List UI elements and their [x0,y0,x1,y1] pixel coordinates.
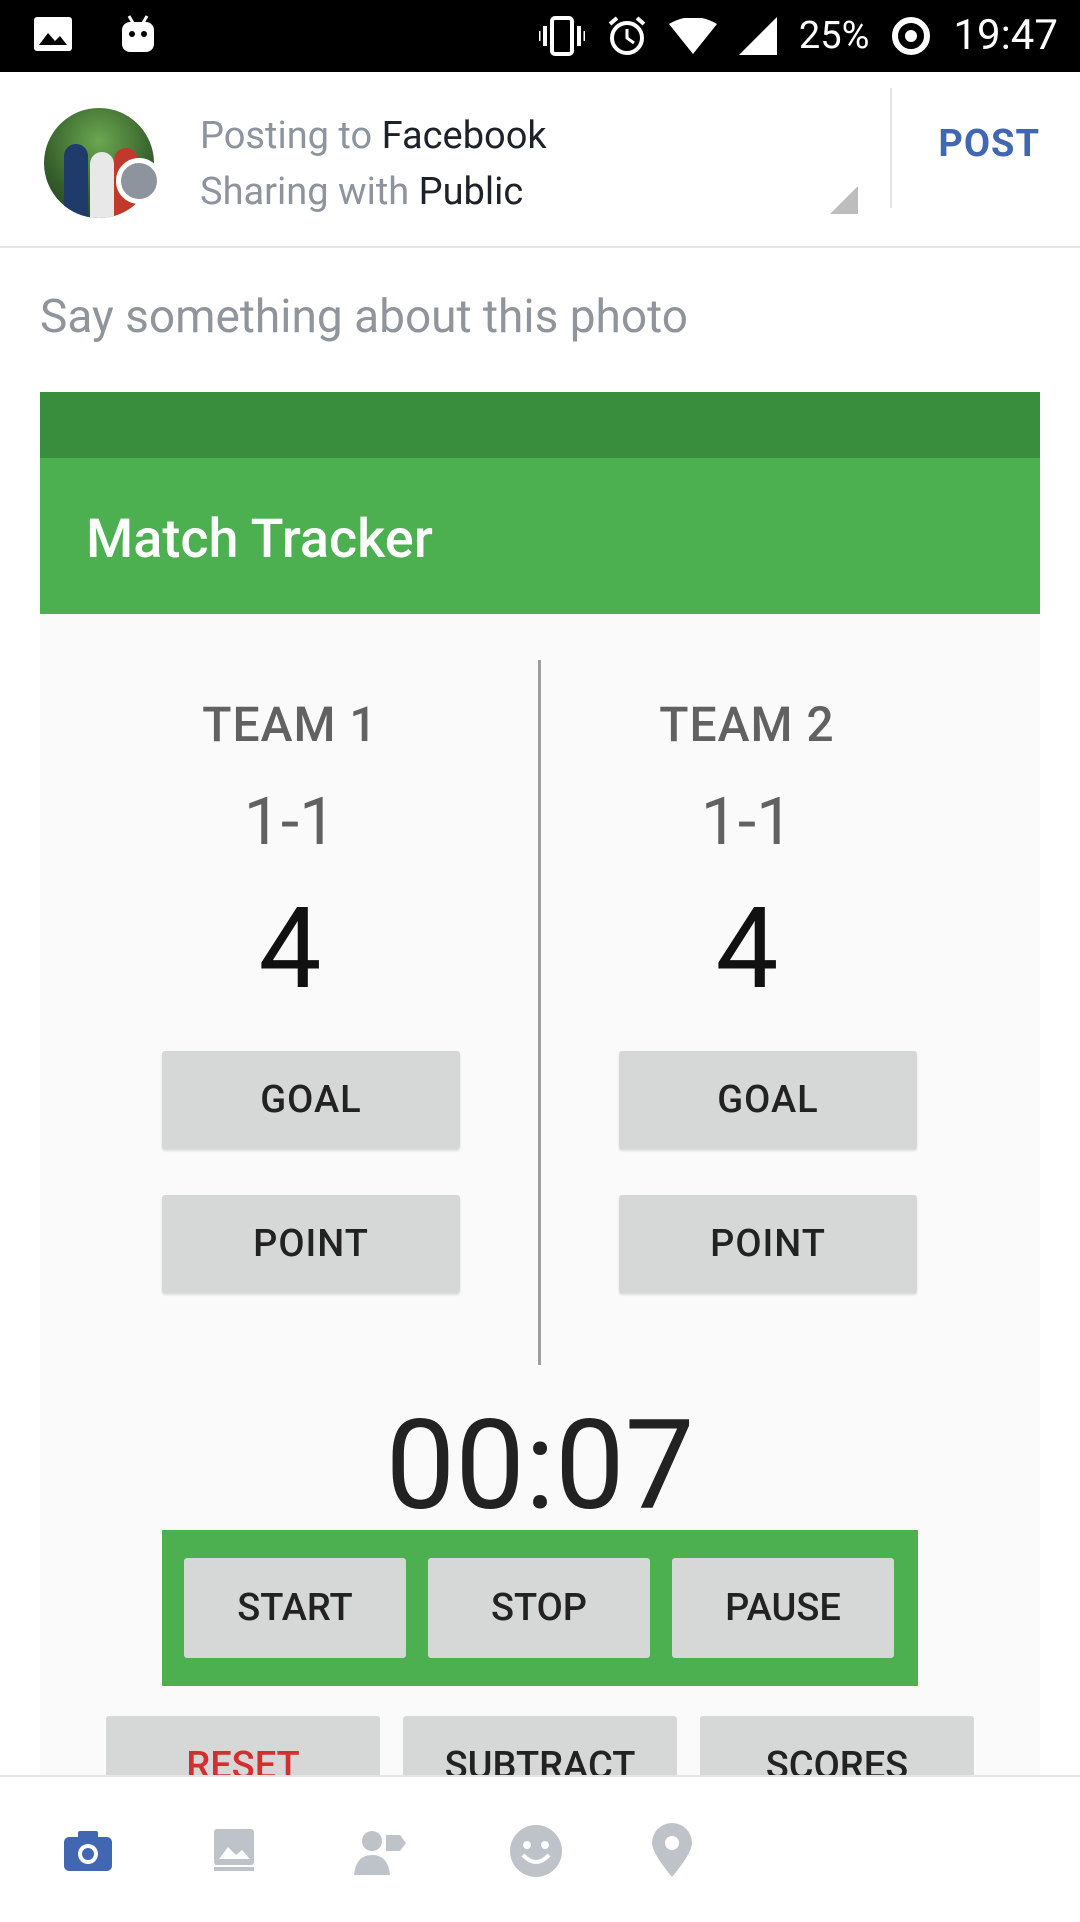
start-button[interactable]: START [184,1558,406,1658]
vibrate-icon [538,16,585,56]
sharing-prefix: Sharing with [200,170,410,214]
posting-prefix: Posting to [200,114,373,158]
goal-button[interactable]: GOAL [619,1051,917,1149]
compose-toolbar [0,1775,1080,1922]
point-button[interactable]: POINT [162,1195,460,1293]
status-bar: 25% 19:47 [0,0,1080,72]
compose-header: Posting to Facebook Sharing with Public … [0,72,1080,248]
dropdown-corner-icon[interactable] [830,186,858,214]
app-bar: Match Tracker [40,458,1040,614]
pause-button[interactable]: PAUSE [672,1558,894,1658]
clock: 19:47 [953,11,1058,60]
post-button[interactable]: POST [938,122,1040,166]
app-status-bar [40,392,1040,458]
caption-input[interactable]: Say something about this photo [40,290,688,344]
alarm-icon [608,16,646,55]
subtract-button[interactable]: SUBTRACT [403,1716,677,1777]
android-icon [122,15,154,52]
match-timer: 00:07 [385,1394,695,1539]
app-title: Match Tracker [86,508,433,571]
team-score: 1-1 [243,784,337,861]
posting-target: Facebook [381,114,547,158]
feeling-icon[interactable] [508,1823,564,1879]
globe-icon [116,158,162,204]
battery-percent: 25% [798,14,870,58]
team-total: 4 [258,884,322,1015]
timer-controls: START STOP PAUSE [162,1530,918,1686]
point-button[interactable]: POINT [619,1195,917,1293]
divider [890,88,892,208]
stop-button[interactable]: STOP [428,1558,650,1658]
photo-album-icon[interactable] [206,1823,262,1879]
sharing-target: Public [418,170,524,214]
image-icon [34,17,72,51]
location-icon[interactable] [644,1823,700,1879]
team-1-panel: TEAM 1 1-1 4 GOAL POINT [40,614,540,1374]
reset-button[interactable]: RESET [106,1716,380,1777]
team-2-panel: TEAM 2 1-1 4 GOAL POINT [497,614,997,1374]
team-name: TEAM 1 [202,696,378,753]
goal-button[interactable]: GOAL [162,1051,460,1149]
camera-icon[interactable] [60,1823,116,1879]
team-total: 4 [715,884,779,1015]
team-name: TEAM 2 [659,696,835,753]
wifi-icon [668,18,717,54]
team-score: 1-1 [700,784,794,861]
scores-button[interactable]: SCORES [700,1716,974,1777]
attached-photo[interactable]: Match Tracker TEAM 1 1-1 4 GOAL POINT TE… [40,392,1040,1777]
audience-selector[interactable]: Posting to Facebook Sharing with Public [200,108,547,220]
signal-icon [738,17,777,55]
battery-saver-icon [892,17,931,55]
tag-people-icon[interactable] [352,1823,408,1879]
